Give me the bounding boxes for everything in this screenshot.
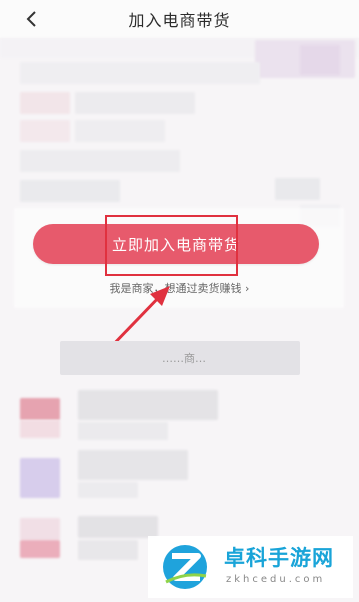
watermark-url: zkhcedu.com	[226, 574, 326, 585]
z-logo-icon	[163, 545, 207, 589]
section-heading: ……商…	[60, 341, 300, 375]
page-title: 加入电商带货	[128, 11, 231, 30]
top-bar: 加入电商带货	[0, 0, 359, 38]
section-heading-label: ……商…	[162, 352, 206, 365]
watermark-name: 卓科手游网	[224, 545, 334, 570]
watermark: 卓科手游网 zkhcedu.com	[148, 536, 353, 598]
highlight-annotation-box	[105, 215, 238, 276]
